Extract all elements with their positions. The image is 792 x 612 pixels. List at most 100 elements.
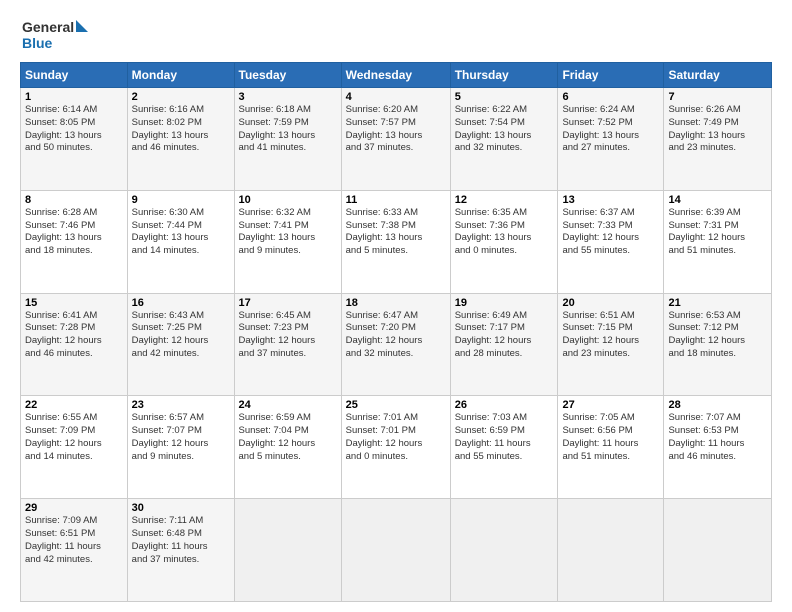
calendar-cell: 8Sunrise: 6:28 AM Sunset: 7:46 PM Daylig… xyxy=(21,190,128,293)
calendar-cell: 21Sunrise: 6:53 AM Sunset: 7:12 PM Dayli… xyxy=(664,293,772,396)
day-number: 26 xyxy=(455,399,554,411)
calendar-cell: 27Sunrise: 7:05 AM Sunset: 6:56 PM Dayli… xyxy=(558,396,664,499)
day-info: Sunrise: 6:55 AM Sunset: 7:09 PM Dayligh… xyxy=(25,412,123,463)
day-number: 3 xyxy=(239,91,337,103)
calendar-cell: 9Sunrise: 6:30 AM Sunset: 7:44 PM Daylig… xyxy=(127,190,234,293)
calendar-cell: 18Sunrise: 6:47 AM Sunset: 7:20 PM Dayli… xyxy=(341,293,450,396)
calendar-cell: 6Sunrise: 6:24 AM Sunset: 7:52 PM Daylig… xyxy=(558,88,664,191)
day-info: Sunrise: 6:37 AM Sunset: 7:33 PM Dayligh… xyxy=(562,207,659,258)
calendar-cell: 20Sunrise: 6:51 AM Sunset: 7:15 PM Dayli… xyxy=(558,293,664,396)
day-number: 24 xyxy=(239,399,337,411)
day-info: Sunrise: 6:53 AM Sunset: 7:12 PM Dayligh… xyxy=(668,310,767,361)
day-info: Sunrise: 6:51 AM Sunset: 7:15 PM Dayligh… xyxy=(562,310,659,361)
day-info: Sunrise: 7:11 AM Sunset: 6:48 PM Dayligh… xyxy=(132,515,230,566)
col-header-thursday: Thursday xyxy=(450,63,558,88)
day-info: Sunrise: 7:01 AM Sunset: 7:01 PM Dayligh… xyxy=(346,412,446,463)
day-number: 30 xyxy=(132,502,230,514)
calendar-cell: 30Sunrise: 7:11 AM Sunset: 6:48 PM Dayli… xyxy=(127,499,234,602)
calendar-cell: 15Sunrise: 6:41 AM Sunset: 7:28 PM Dayli… xyxy=(21,293,128,396)
calendar-cell: 10Sunrise: 6:32 AM Sunset: 7:41 PM Dayli… xyxy=(234,190,341,293)
day-number: 22 xyxy=(25,399,123,411)
calendar-cell: 11Sunrise: 6:33 AM Sunset: 7:38 PM Dayli… xyxy=(341,190,450,293)
calendar-cell: 29Sunrise: 7:09 AM Sunset: 6:51 PM Dayli… xyxy=(21,499,128,602)
day-info: Sunrise: 6:20 AM Sunset: 7:57 PM Dayligh… xyxy=(346,104,446,155)
calendar-cell: 24Sunrise: 6:59 AM Sunset: 7:04 PM Dayli… xyxy=(234,396,341,499)
day-number: 25 xyxy=(346,399,446,411)
calendar-cell xyxy=(558,499,664,602)
day-info: Sunrise: 6:39 AM Sunset: 7:31 PM Dayligh… xyxy=(668,207,767,258)
day-info: Sunrise: 7:03 AM Sunset: 6:59 PM Dayligh… xyxy=(455,412,554,463)
col-header-tuesday: Tuesday xyxy=(234,63,341,88)
calendar-cell: 13Sunrise: 6:37 AM Sunset: 7:33 PM Dayli… xyxy=(558,190,664,293)
svg-text:Blue: Blue xyxy=(22,35,53,51)
calendar-table: SundayMondayTuesdayWednesdayThursdayFrid… xyxy=(20,62,772,602)
calendar-cell: 16Sunrise: 6:43 AM Sunset: 7:25 PM Dayli… xyxy=(127,293,234,396)
day-number: 15 xyxy=(25,297,123,309)
calendar-cell: 1Sunrise: 6:14 AM Sunset: 8:05 PM Daylig… xyxy=(21,88,128,191)
calendar-week-2: 8Sunrise: 6:28 AM Sunset: 7:46 PM Daylig… xyxy=(21,190,772,293)
header: General Blue xyxy=(20,16,772,54)
day-info: Sunrise: 6:47 AM Sunset: 7:20 PM Dayligh… xyxy=(346,310,446,361)
day-number: 9 xyxy=(132,194,230,206)
col-header-sunday: Sunday xyxy=(21,63,128,88)
calendar-cell: 28Sunrise: 7:07 AM Sunset: 6:53 PM Dayli… xyxy=(664,396,772,499)
day-info: Sunrise: 6:14 AM Sunset: 8:05 PM Dayligh… xyxy=(25,104,123,155)
logo-svg: General Blue xyxy=(20,16,90,54)
day-number: 7 xyxy=(668,91,767,103)
calendar-week-3: 15Sunrise: 6:41 AM Sunset: 7:28 PM Dayli… xyxy=(21,293,772,396)
calendar-cell: 22Sunrise: 6:55 AM Sunset: 7:09 PM Dayli… xyxy=(21,396,128,499)
day-info: Sunrise: 6:33 AM Sunset: 7:38 PM Dayligh… xyxy=(346,207,446,258)
day-number: 16 xyxy=(132,297,230,309)
calendar-cell: 17Sunrise: 6:45 AM Sunset: 7:23 PM Dayli… xyxy=(234,293,341,396)
day-info: Sunrise: 6:35 AM Sunset: 7:36 PM Dayligh… xyxy=(455,207,554,258)
day-info: Sunrise: 6:16 AM Sunset: 8:02 PM Dayligh… xyxy=(132,104,230,155)
day-number: 2 xyxy=(132,91,230,103)
day-info: Sunrise: 6:24 AM Sunset: 7:52 PM Dayligh… xyxy=(562,104,659,155)
calendar-cell: 5Sunrise: 6:22 AM Sunset: 7:54 PM Daylig… xyxy=(450,88,558,191)
day-info: Sunrise: 6:45 AM Sunset: 7:23 PM Dayligh… xyxy=(239,310,337,361)
day-number: 20 xyxy=(562,297,659,309)
col-header-wednesday: Wednesday xyxy=(341,63,450,88)
day-number: 19 xyxy=(455,297,554,309)
calendar-cell xyxy=(341,499,450,602)
col-header-friday: Friday xyxy=(558,63,664,88)
calendar-cell: 2Sunrise: 6:16 AM Sunset: 8:02 PM Daylig… xyxy=(127,88,234,191)
day-number: 29 xyxy=(25,502,123,514)
calendar-cell xyxy=(664,499,772,602)
col-header-monday: Monday xyxy=(127,63,234,88)
svg-text:General: General xyxy=(22,19,74,35)
calendar-cell xyxy=(450,499,558,602)
col-header-saturday: Saturday xyxy=(664,63,772,88)
day-number: 14 xyxy=(668,194,767,206)
day-number: 12 xyxy=(455,194,554,206)
day-number: 6 xyxy=(562,91,659,103)
day-number: 4 xyxy=(346,91,446,103)
day-number: 11 xyxy=(346,194,446,206)
calendar-cell: 26Sunrise: 7:03 AM Sunset: 6:59 PM Dayli… xyxy=(450,396,558,499)
day-info: Sunrise: 6:49 AM Sunset: 7:17 PM Dayligh… xyxy=(455,310,554,361)
day-info: Sunrise: 6:28 AM Sunset: 7:46 PM Dayligh… xyxy=(25,207,123,258)
day-number: 18 xyxy=(346,297,446,309)
calendar-cell: 14Sunrise: 6:39 AM Sunset: 7:31 PM Dayli… xyxy=(664,190,772,293)
calendar-cell xyxy=(234,499,341,602)
day-number: 10 xyxy=(239,194,337,206)
day-info: Sunrise: 6:18 AM Sunset: 7:59 PM Dayligh… xyxy=(239,104,337,155)
day-info: Sunrise: 6:30 AM Sunset: 7:44 PM Dayligh… xyxy=(132,207,230,258)
day-number: 21 xyxy=(668,297,767,309)
day-number: 17 xyxy=(239,297,337,309)
calendar-cell: 4Sunrise: 6:20 AM Sunset: 7:57 PM Daylig… xyxy=(341,88,450,191)
calendar-header-row: SundayMondayTuesdayWednesdayThursdayFrid… xyxy=(21,63,772,88)
day-info: Sunrise: 6:59 AM Sunset: 7:04 PM Dayligh… xyxy=(239,412,337,463)
day-number: 5 xyxy=(455,91,554,103)
day-info: Sunrise: 7:09 AM Sunset: 6:51 PM Dayligh… xyxy=(25,515,123,566)
day-info: Sunrise: 7:07 AM Sunset: 6:53 PM Dayligh… xyxy=(668,412,767,463)
calendar-cell: 12Sunrise: 6:35 AM Sunset: 7:36 PM Dayli… xyxy=(450,190,558,293)
day-info: Sunrise: 7:05 AM Sunset: 6:56 PM Dayligh… xyxy=(562,412,659,463)
day-number: 1 xyxy=(25,91,123,103)
day-info: Sunrise: 6:32 AM Sunset: 7:41 PM Dayligh… xyxy=(239,207,337,258)
day-number: 13 xyxy=(562,194,659,206)
day-info: Sunrise: 6:41 AM Sunset: 7:28 PM Dayligh… xyxy=(25,310,123,361)
day-info: Sunrise: 6:57 AM Sunset: 7:07 PM Dayligh… xyxy=(132,412,230,463)
calendar-cell: 19Sunrise: 6:49 AM Sunset: 7:17 PM Dayli… xyxy=(450,293,558,396)
day-info: Sunrise: 6:43 AM Sunset: 7:25 PM Dayligh… xyxy=(132,310,230,361)
